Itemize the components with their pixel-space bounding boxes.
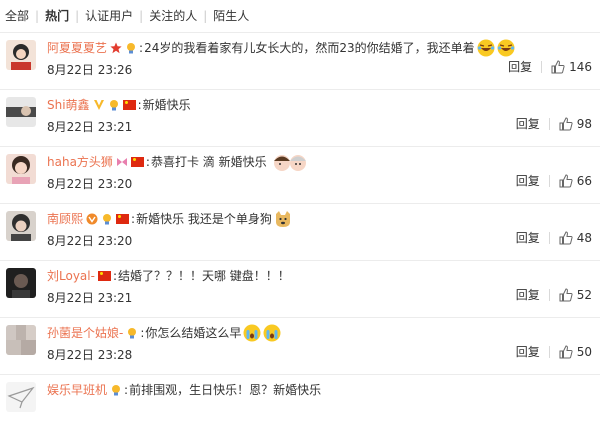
action-divider — [548, 232, 550, 244]
comment-item: 南顾熙 : 新婚快乐 我还是个单身狗 8月22日 23:20 回复 48 — [0, 203, 600, 260]
commenter-name[interactable]: 孙菌是个姑娘- — [47, 323, 123, 343]
colon: : — [131, 212, 136, 226]
thumbs-up-icon — [559, 345, 573, 359]
colon: : — [145, 155, 150, 169]
comment-text: 结婚了？？！！天哪 键盘！！！ — [117, 269, 290, 283]
bulb-badge-icon — [103, 214, 112, 225]
comment-item: haha方头狮 : 恭喜打卡 滴 新婚快乐 8月22日 23:20 回复 66 — [0, 146, 600, 203]
like-button[interactable]: 146 — [551, 59, 592, 75]
reply-button[interactable]: 回复 — [516, 344, 540, 360]
doge-emoji-icon — [275, 211, 290, 227]
couple-emoji-icon — [273, 155, 306, 171]
bulb-badge-icon — [112, 385, 121, 396]
comment-item: 孙菌是个姑娘- : 你怎么结婚这么早 8月22日 23:28 回复 50 — [0, 317, 600, 374]
commenter-name[interactable]: Shi萌鑫 — [47, 95, 90, 115]
comment-time: 8月22日 23:21 — [47, 291, 133, 305]
like-count: 52 — [576, 288, 592, 302]
like-count: 98 — [576, 117, 592, 131]
action-divider — [548, 118, 550, 130]
comment-filter-tabs: 全部 | 热门 | 认证用户 | 关注的人 | 陌生人 — [0, 0, 600, 32]
laugh-tears-emoji-icon — [477, 39, 495, 57]
commenter-name[interactable]: 刘Loyal- — [47, 266, 95, 286]
colon: : — [140, 326, 145, 340]
laugh-tears-emoji-icon — [497, 39, 515, 57]
thumbs-up-icon — [559, 231, 573, 245]
action-divider — [548, 346, 550, 358]
verified-v-icon — [93, 100, 104, 110]
comment-time: 8月22日 23:20 — [47, 234, 133, 248]
thumbs-up-icon — [559, 288, 573, 302]
thumbs-up-icon — [559, 117, 573, 131]
tab-verified-users[interactable]: 认证用户 — [79, 0, 139, 32]
action-divider — [541, 61, 543, 73]
like-button[interactable]: 52 — [559, 287, 592, 303]
commenter-name[interactable]: 娱乐早班机 — [47, 380, 107, 400]
reply-button[interactable]: 回复 — [516, 173, 540, 189]
avatar[interactable] — [6, 382, 36, 412]
colon: : — [124, 383, 129, 397]
colon: : — [139, 41, 144, 55]
bulb-badge-icon — [127, 43, 136, 54]
comment-item: 阿夏夏夏艺 : 24岁的我看着家有儿女长大的，然而23的你结婚了，我还单着 8月… — [0, 32, 600, 89]
colon: : — [112, 269, 117, 283]
avatar[interactable] — [6, 268, 36, 298]
tab-strangers[interactable]: 陌生人 — [207, 0, 255, 32]
avatar[interactable] — [6, 211, 36, 241]
thumbs-up-icon — [559, 174, 573, 188]
comment-text: 24岁的我看着家有儿女长大的，然而23的你结婚了，我还单着 — [144, 41, 475, 55]
reply-button[interactable]: 回复 — [516, 287, 540, 303]
comment-time: 8月22日 23:21 — [47, 120, 133, 134]
comment-item: 娱乐早班机 : 前排围观，生日快乐！恩？新婚快乐 — [0, 374, 600, 431]
commenter-name[interactable]: 南顾熙 — [47, 209, 83, 229]
like-button[interactable]: 48 — [559, 230, 592, 246]
comment-text: 新婚快乐 我还是个单身狗 — [136, 212, 272, 226]
bulb-badge-icon — [128, 328, 137, 339]
china-flag-icon — [97, 271, 111, 281]
commenter-name[interactable]: 阿夏夏夏艺 — [47, 38, 107, 58]
comment-item: Shi萌鑫 : 新婚快乐 8月22日 23:21 回复 98 — [0, 89, 600, 146]
action-divider — [548, 175, 550, 187]
like-button[interactable]: 98 — [559, 116, 592, 132]
like-count: 146 — [569, 60, 592, 74]
comment-time: 8月22日 23:26 — [47, 63, 133, 77]
avatar[interactable] — [6, 97, 36, 127]
like-count: 66 — [576, 174, 592, 188]
like-count: 50 — [576, 345, 592, 359]
like-button[interactable]: 66 — [559, 173, 592, 189]
comment-text: 前排围观，生日快乐！恩？新婚快乐 — [129, 383, 322, 397]
crying-emoji-icon — [263, 324, 281, 342]
tab-hot[interactable]: 热门 — [39, 0, 75, 32]
comment-time: 8月22日 23:28 — [47, 348, 133, 362]
tab-following[interactable]: 关注的人 — [143, 0, 203, 32]
avatar[interactable] — [6, 40, 36, 70]
tab-all[interactable]: 全部 — [0, 0, 35, 32]
bow-badge-icon — [116, 158, 127, 166]
comment-text: 新婚快乐 — [142, 98, 191, 112]
action-divider — [548, 289, 550, 301]
star-badge-icon — [110, 42, 122, 54]
commenter-name[interactable]: haha方头狮 — [47, 152, 113, 172]
reply-button[interactable]: 回复 — [516, 116, 540, 132]
reply-button[interactable]: 回复 — [516, 230, 540, 246]
avatar[interactable] — [6, 154, 36, 184]
comment-list: 阿夏夏夏艺 : 24岁的我看着家有儿女长大的，然而23的你结婚了，我还单着 8月… — [0, 32, 600, 431]
bulb-badge-icon — [109, 100, 118, 111]
comment-item: 刘Loyal- : 结婚了？？！！天哪 键盘！！！ 8月22日 23:21 回复… — [0, 260, 600, 317]
like-button[interactable]: 50 — [559, 344, 592, 360]
member-badge-icon — [86, 213, 98, 225]
crying-emoji-icon — [243, 324, 261, 342]
china-flag-icon — [130, 157, 144, 167]
comment-text: 恭喜打卡 滴 新婚快乐 — [150, 155, 267, 169]
reply-button[interactable]: 回复 — [508, 59, 532, 75]
avatar[interactable] — [6, 325, 36, 355]
colon: : — [137, 98, 142, 112]
comment-time: 8月22日 23:20 — [47, 177, 133, 191]
comment-text: 你怎么结婚这么早 — [145, 326, 242, 340]
china-flag-icon — [122, 100, 136, 110]
china-flag-icon — [116, 214, 130, 224]
like-count: 48 — [576, 231, 592, 245]
thumbs-up-icon — [551, 60, 565, 74]
